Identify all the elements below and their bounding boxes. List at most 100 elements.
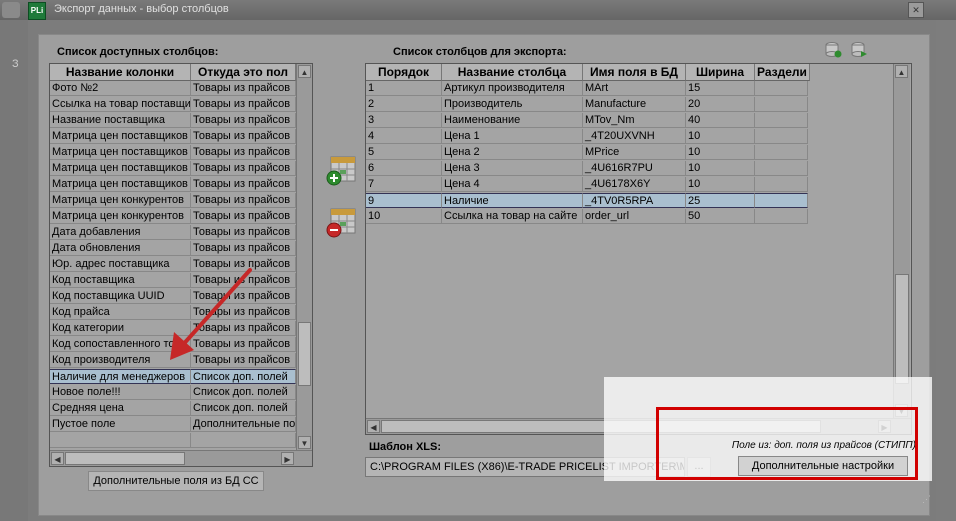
- table-row[interactable]: 9 Наличие _4TV0R5RPA 25: [366, 193, 893, 209]
- db-field-cell: _4TV0R5RPA: [583, 193, 686, 208]
- scroll-right-icon[interactable]: ▶: [281, 452, 294, 465]
- column-header-name[interactable]: Название колонки: [50, 64, 191, 81]
- column-source-cell: Товары из прайсов: [191, 129, 296, 144]
- table-export-icon[interactable]: [850, 42, 868, 58]
- separator-cell: [755, 145, 808, 160]
- available-vertical-scrollbar[interactable]: ▲ ▼: [296, 64, 312, 450]
- scroll-up-icon[interactable]: ▲: [298, 65, 311, 78]
- table-row[interactable]: 2 Производитель Manufacture 20: [366, 97, 893, 113]
- order-cell: 10: [366, 209, 442, 224]
- width-cell: 10: [686, 129, 755, 144]
- column-source-cell: Товары из прайсов: [191, 97, 296, 112]
- table-row[interactable]: Матрица цен поставщиков Товары из прайсов: [50, 145, 296, 161]
- table-row[interactable]: Название поставщика Товары из прайсов: [50, 113, 296, 129]
- column-name-cell: Производитель: [442, 97, 583, 112]
- order-cell: 7: [366, 177, 442, 192]
- scroll-left-icon[interactable]: ◀: [51, 452, 64, 465]
- table-add-icon[interactable]: [824, 42, 842, 58]
- table-row[interactable]: 1 Артикул производителя MArt 15: [366, 81, 893, 97]
- table-row[interactable]: Матрица цен поставщиков Товары из прайсов: [50, 161, 296, 177]
- empty-cell: [50, 433, 191, 448]
- highlight-box: [656, 407, 918, 480]
- column-name-cell: Пустое поле: [50, 417, 191, 432]
- table-row[interactable]: Матрица цен поставщиков Товары из прайсов: [50, 129, 296, 145]
- background-window-right: [936, 20, 956, 521]
- extra-db-fields-button[interactable]: Дополнительные поля из БД CC: [88, 471, 264, 491]
- column-name-cell: Матрица цен конкурентов: [50, 209, 191, 224]
- table-row[interactable]: Пустое поле Дополнительные по: [50, 417, 296, 433]
- app-logo: PLi: [28, 2, 46, 20]
- column-source-cell: Товары из прайсов: [191, 209, 296, 224]
- column-header-db-field[interactable]: Имя поля в БД: [583, 64, 686, 81]
- resize-grip-icon[interactable]: ⋰: [922, 494, 931, 505]
- pointer-arrow-icon: [170, 268, 252, 360]
- table-row[interactable]: Фото №2 Товары из прайсов: [50, 81, 296, 97]
- column-header-column-name[interactable]: Название столбца: [442, 64, 583, 81]
- table-row[interactable]: Матрица цен конкурентов Товары из прайсов: [50, 209, 296, 225]
- order-cell: 3: [366, 113, 442, 128]
- add-column-icon[interactable]: [325, 155, 357, 187]
- column-name-cell: Матрица цен поставщиков: [50, 177, 191, 192]
- column-source-cell: Товары из прайсов: [191, 145, 296, 160]
- table-row[interactable]: Наличие для менеджеров Список доп. полей: [50, 369, 296, 385]
- export-vertical-scrollbar[interactable]: ▲ ▼: [893, 64, 910, 418]
- column-source-cell: Товары из прайсов: [191, 161, 296, 176]
- table-row[interactable]: 10 Ссылка на товар на сайте order_url 50: [366, 209, 893, 225]
- column-header-source[interactable]: Откуда это пол: [191, 64, 296, 81]
- scroll-thumb-horizontal[interactable]: [65, 452, 185, 465]
- column-name-cell: Средняя цена: [50, 401, 191, 416]
- window-icon[interactable]: [2, 2, 20, 18]
- column-name-cell: Наличие для менеджеров: [50, 369, 191, 384]
- column-header-separator[interactable]: Раздели: [755, 64, 810, 81]
- available-horizontal-scrollbar[interactable]: ◀ ▶: [50, 450, 312, 466]
- separator-cell: [755, 81, 808, 96]
- column-source-cell: Дополнительные по: [191, 417, 296, 432]
- table-row[interactable]: 5 Цена 2 MPrice 10: [366, 145, 893, 161]
- column-name-cell: Дата добавления: [50, 225, 191, 240]
- column-name-cell: Фото №2: [50, 81, 191, 96]
- order-cell: 1: [366, 81, 442, 96]
- column-name-cell: Цена 2: [442, 145, 583, 160]
- width-cell: 10: [686, 177, 755, 192]
- column-source-cell: Товары из прайсов: [191, 81, 296, 96]
- scroll-up-icon[interactable]: ▲: [895, 65, 908, 78]
- scroll-thumb[interactable]: [895, 274, 909, 384]
- column-source-cell: Товары из прайсов: [191, 241, 296, 256]
- separator-cell: [755, 209, 808, 224]
- table-row[interactable]: 3 Наименование MTov_Nm 40: [366, 113, 893, 129]
- table-row[interactable]: 7 Цена 4 _4U6178X6Y 10: [366, 177, 893, 193]
- remove-column-icon[interactable]: [325, 207, 357, 239]
- table-row[interactable]: Средняя цена Список доп. полей: [50, 401, 296, 417]
- close-button[interactable]: ✕: [908, 2, 924, 18]
- column-header-order[interactable]: Порядок: [366, 64, 442, 81]
- table-row[interactable]: Новое поле!!! Список доп. полей: [50, 385, 296, 401]
- table-row[interactable]: 4 Цена 1 _4T20UXVNH 10: [366, 129, 893, 145]
- column-name-cell: Матрица цен поставщиков: [50, 129, 191, 144]
- column-name-cell: Матрица цен конкурентов: [50, 193, 191, 208]
- scroll-left-icon[interactable]: ◀: [367, 420, 380, 433]
- width-cell: 50: [686, 209, 755, 224]
- order-cell: 9: [366, 193, 442, 208]
- table-row[interactable]: Матрица цен поставщиков Товары из прайсов: [50, 177, 296, 193]
- table-row-empty: [50, 433, 296, 449]
- db-field-cell: MArt: [583, 81, 686, 96]
- column-source-cell: Список доп. полей: [191, 401, 296, 416]
- table-row[interactable]: Дата добавления Товары из прайсов: [50, 225, 296, 241]
- column-name-cell: Цена 4: [442, 177, 583, 192]
- available-columns-label: Список доступных столбцов:: [57, 46, 219, 58]
- db-field-cell: _4U616R7PU: [583, 161, 686, 176]
- column-header-width[interactable]: Ширина: [686, 64, 755, 81]
- scroll-down-icon[interactable]: ▼: [298, 436, 311, 449]
- scroll-thumb[interactable]: [298, 322, 311, 386]
- column-name-cell: Название поставщика: [50, 113, 191, 128]
- table-row[interactable]: Матрица цен конкурентов Товары из прайсов: [50, 193, 296, 209]
- width-cell: 15: [686, 81, 755, 96]
- separator-cell: [755, 129, 808, 144]
- table-row[interactable]: Дата обновления Товары из прайсов: [50, 241, 296, 257]
- column-name-cell: Наличие: [442, 193, 583, 208]
- empty-cell: [191, 433, 296, 448]
- table-row[interactable]: Ссылка на товар поставщи Товары из прайсо…: [50, 97, 296, 113]
- db-field-cell: Manufacture: [583, 97, 686, 112]
- table-row[interactable]: 6 Цена 3 _4U616R7PU 10: [366, 161, 893, 177]
- template-xls-label: Шаблон XLS:: [369, 441, 442, 453]
